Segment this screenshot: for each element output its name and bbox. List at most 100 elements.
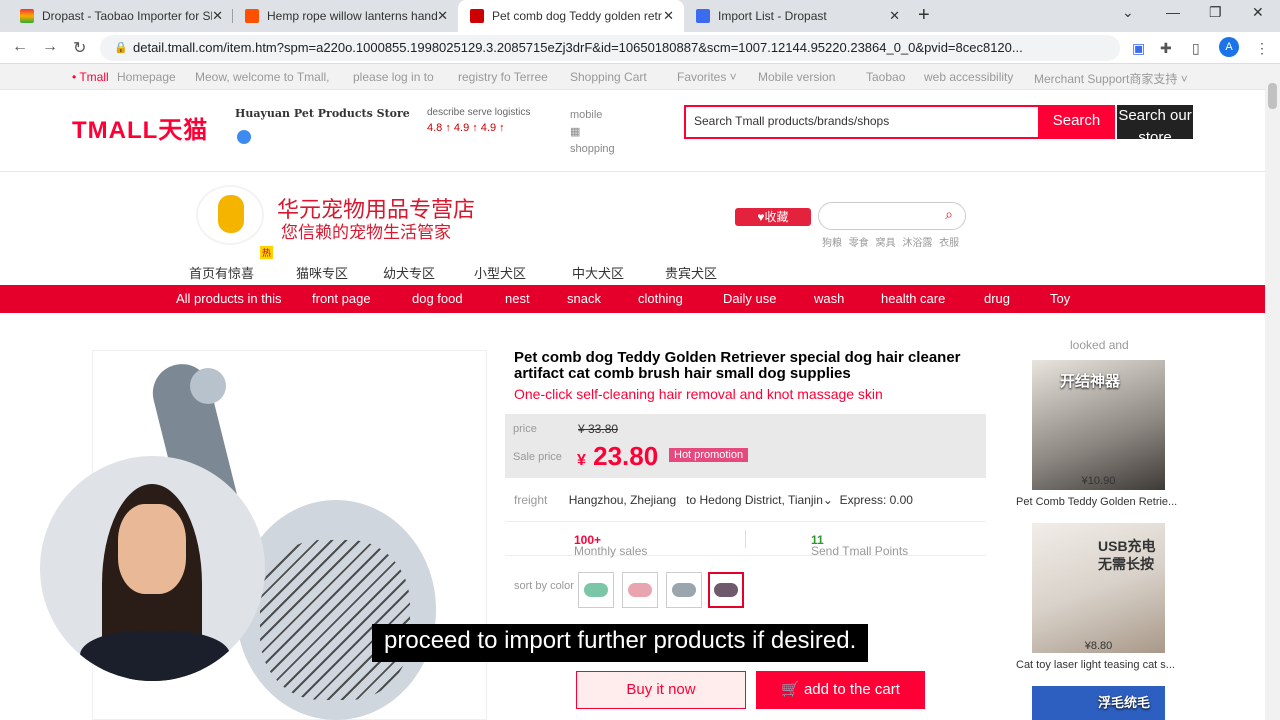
close-icon[interactable]: ✕ [212, 8, 223, 24]
login-link[interactable]: please log in to [353, 70, 434, 84]
recommend-header: looked and [1070, 338, 1129, 352]
search-input[interactable] [686, 107, 1036, 135]
tmall-logo[interactable]: TMALL天猫 [72, 110, 208, 145]
hot-badge: 热 [260, 246, 274, 259]
freight-row: freight Hangzhou, Zhejiang to Hedong Dis… [514, 493, 913, 507]
color-swatch-gray[interactable] [666, 572, 702, 608]
recommend-item-image[interactable]: USB充电无需长按 [1032, 523, 1165, 653]
sales-row: Monthly sales 100+ Send Tmall Points 11 [505, 521, 986, 558]
shopping-cart-link[interactable]: Shopping Cart [570, 70, 647, 84]
cart-icon: 🛒 [781, 681, 800, 698]
sale-price-label: Sale price [513, 451, 562, 463]
shop-categories: 首页有惊喜 热 猫咪专区 幼犬专区 小型犬区 中大犬区 贵宾犬区 [0, 246, 1265, 284]
nav-toy[interactable]: Toy [1050, 291, 1070, 306]
tab-import-list[interactable]: Import List - Dropast ✕ [684, 0, 910, 32]
nav-dog-food[interactable]: dog food [412, 291, 463, 306]
recommend-item-image[interactable]: 浮毛统毛 [1032, 686, 1165, 720]
close-icon[interactable]: ✕ [437, 8, 448, 24]
nav-all-products[interactable]: All products in this [176, 291, 282, 306]
back-icon[interactable]: ← [12, 38, 28, 56]
mobile-shopping[interactable]: mobile ▦ shopping [570, 107, 615, 158]
lock-icon: 🔒 [114, 42, 128, 54]
page-scrollbar[interactable] [1265, 79, 1280, 720]
destination-select[interactable]: to Hedong District, Tianjin [686, 493, 823, 507]
favorites-link[interactable]: Favorites ˅ [677, 70, 737, 84]
chat-icon[interactable] [237, 130, 251, 144]
product-subtitle: One-click self-cleaning hair removal and… [514, 386, 883, 402]
nav-nest[interactable]: nest [505, 291, 530, 306]
register-link[interactable]: registry fo Terree [458, 70, 548, 84]
video-caption: proceed to import further products if de… [372, 624, 869, 662]
profile-avatar[interactable]: A [1219, 37, 1239, 57]
tab-hemp-rope[interactable]: Hemp rope willow lanterns hand ✕ [233, 0, 458, 32]
store-search-input[interactable]: ⌕ [818, 202, 966, 230]
monthly-sales: Monthly sales 100+ [574, 533, 648, 558]
store-slogan: 您信赖的宠物生活管家 [281, 223, 451, 242]
accessibility-link[interactable]: web accessibility [924, 70, 1013, 84]
chevron-down-icon[interactable]: ⌄ [823, 493, 833, 507]
shop-category-item[interactable]: 幼犬专区 [383, 263, 435, 282]
price-label: price [513, 423, 537, 435]
dropast-rainbow-icon [20, 9, 34, 23]
tab-pet-comb[interactable]: Pet comb dog Teddy golden retri ✕ [458, 0, 684, 32]
color-swatch-dark[interactable] [708, 572, 744, 608]
dropast-icon [696, 9, 710, 23]
shop-category-item[interactable]: 贵宾犬区 [665, 263, 717, 282]
favorite-store-button[interactable]: ♥收藏 [735, 208, 811, 226]
buy-now-button[interactable]: Buy it now [576, 671, 746, 709]
nav-snack[interactable]: snack [567, 291, 601, 306]
search-store-button[interactable]: Search our store [1117, 105, 1193, 139]
address-bar[interactable]: 🔒 detail.tmall.com/item.htm?spm=a220o.10… [100, 35, 1120, 61]
hot-search-words[interactable]: 狗粮 零食 窝具 沐浴露 衣服 [822, 234, 959, 249]
original-price: ¥ 33.80 [578, 422, 619, 436]
homepage-link[interactable]: Homepage [117, 70, 176, 84]
nav-drug[interactable]: drug [984, 291, 1010, 306]
dropast-extension-icon[interactable]: ▣ [1132, 40, 1145, 57]
nav-health-care[interactable]: health care [881, 291, 945, 306]
minimize-icon[interactable]: — [1166, 4, 1180, 20]
close-icon[interactable]: ✕ [889, 8, 900, 24]
side-panel-icon[interactable]: ▯ [1192, 40, 1200, 57]
shop-category-item[interactable]: 中大犬区 [572, 263, 624, 282]
tab-search-icon[interactable]: ⌄ [1122, 4, 1134, 21]
restore-icon[interactable]: ❐ [1209, 4, 1222, 21]
nav-front-page[interactable]: front page [312, 291, 371, 306]
recommend-item-title[interactable]: Pet Comb Teddy Golden Retrie... [1016, 496, 1181, 508]
nav-wash[interactable]: wash [814, 291, 844, 306]
shop-category-item[interactable]: 小型犬区 [474, 263, 526, 282]
add-to-cart-button[interactable]: 🛒 add to the cart [756, 671, 925, 709]
new-tab-icon[interactable]: + [918, 4, 930, 27]
nav-daily-use[interactable]: Daily use [723, 291, 776, 306]
recommend-item-title[interactable]: Cat toy laser light teasing cat s... [1016, 659, 1181, 671]
store-name[interactable]: Huayuan Pet Products Store [235, 107, 410, 120]
welcome-text: Meow, welcome to Tmall, [195, 70, 330, 84]
tmall-link[interactable]: • Tmall [72, 70, 109, 84]
store-banner: 华元宠物用品专营店 您信赖的宠物生活管家 ♥收藏 ⌕ 狗粮 零食 窝具 沐浴露 … [0, 172, 1265, 258]
forward-icon[interactable]: → [42, 38, 58, 56]
search-icon[interactable]: ⌕ [945, 206, 953, 223]
reload-icon[interactable]: ↻ [73, 38, 86, 58]
mobile-version-link[interactable]: Mobile version [758, 70, 835, 84]
sale-price: ¥ 23.80 [577, 441, 659, 471]
site-header: TMALL天猫 Huayuan Pet Products Store descr… [0, 90, 1265, 172]
recommend-item-image[interactable]: 开结神器 [1032, 360, 1165, 490]
shop-category-item[interactable]: 首页有惊喜 [189, 263, 254, 282]
store-ratings: describe serve logistics 4.8 ↑ 4.9 ↑ 4.9… [427, 107, 531, 134]
close-icon[interactable]: ✕ [663, 8, 674, 24]
store-mascot-logo [196, 185, 264, 245]
site-top-nav: • Tmall Homepage Meow, welcome to Tmall,… [0, 64, 1280, 90]
taobao-icon [245, 9, 259, 23]
presenter-video-bubble [40, 456, 265, 681]
taobao-link[interactable]: Taobao [866, 70, 905, 84]
shop-category-item[interactable]: 猫咪专区 [296, 263, 348, 282]
extensions-icon[interactable]: ✚ [1160, 40, 1172, 57]
search-button[interactable]: Search [1038, 105, 1115, 139]
menu-icon[interactable]: ⋮ [1255, 40, 1269, 57]
merchant-support-link[interactable]: Merchant Support商家支持 ˅ [1034, 70, 1188, 87]
close-window-icon[interactable]: ✕ [1252, 4, 1264, 21]
color-swatch-green[interactable] [578, 572, 614, 608]
nav-clothing[interactable]: clothing [638, 291, 683, 306]
tab-dropast-importer[interactable]: Dropast - Taobao Importer for Sh ✕ [8, 0, 233, 32]
store-nav-bar: All products in this front page dog food… [0, 285, 1265, 313]
color-swatch-pink[interactable] [622, 572, 658, 608]
